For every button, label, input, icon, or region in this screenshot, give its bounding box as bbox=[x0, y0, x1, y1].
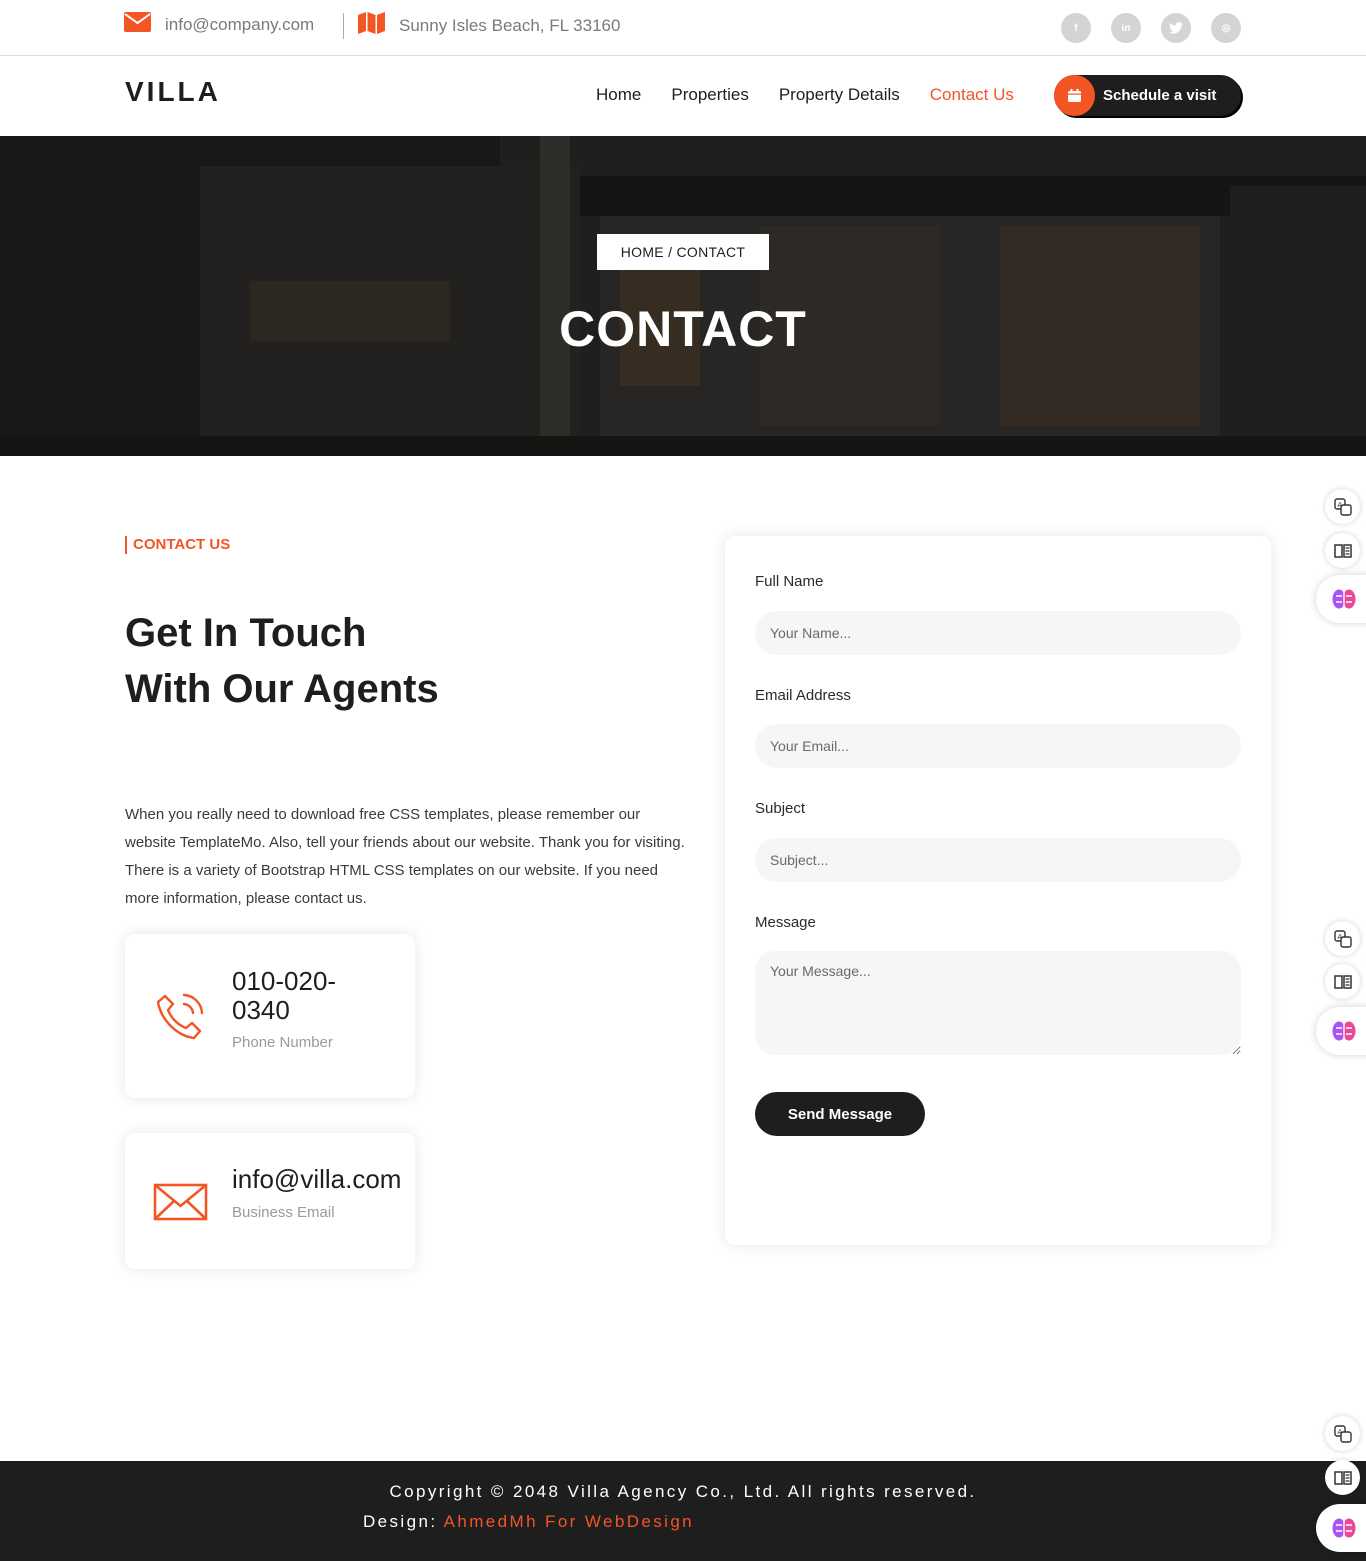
envelope-icon bbox=[124, 12, 151, 37]
email-card: info@villa.com Business Email bbox=[125, 1133, 415, 1269]
footer: Copyright © 2048 Villa Agency Co., Ltd. … bbox=[0, 1461, 1366, 1561]
subject-input[interactable] bbox=[755, 838, 1241, 882]
topbar-email-text: info@company.com bbox=[165, 14, 315, 34]
topbar-address: Sunny Isles Beach, FL 33160 bbox=[358, 12, 620, 39]
subject-label: Subject bbox=[755, 800, 806, 817]
section-heading: Get In Touch With Our Agents bbox=[125, 611, 439, 711]
mail-icon bbox=[153, 1182, 209, 1227]
send-message-button[interactable]: Send Message bbox=[755, 1092, 925, 1136]
phone-number[interactable]: 010-020-0340 bbox=[232, 967, 382, 1025]
brain-icon[interactable] bbox=[1316, 1504, 1366, 1552]
nav-contact-us[interactable]: Contact Us bbox=[930, 85, 1014, 105]
calendar-icon bbox=[1054, 75, 1095, 116]
twitter-icon[interactable] bbox=[1161, 13, 1191, 43]
brain-icon[interactable] bbox=[1316, 575, 1366, 623]
nav-property-details[interactable]: Property Details bbox=[779, 85, 900, 105]
translate-icon[interactable]: A bbox=[1325, 489, 1360, 524]
svg-text:A: A bbox=[1337, 1428, 1342, 1436]
full-name-label: Full Name bbox=[755, 573, 824, 590]
email-input[interactable] bbox=[755, 724, 1241, 768]
phone-label: Phone Number bbox=[232, 1034, 333, 1051]
nav-home[interactable]: Home bbox=[596, 85, 641, 105]
design-prefix: Design: bbox=[363, 1512, 438, 1531]
main-header: VILLA Home Properties Property Details C… bbox=[0, 56, 1366, 136]
translate-icon[interactable]: A bbox=[1325, 1416, 1360, 1451]
contact-form: Full Name Email Address Subject Message … bbox=[725, 536, 1271, 1245]
business-email[interactable]: info@villa.com bbox=[232, 1165, 401, 1194]
top-bar: info@company.com Sunny Isles Beach, FL 3… bbox=[0, 0, 1366, 56]
message-label: Message bbox=[755, 914, 816, 931]
message-textarea[interactable] bbox=[755, 951, 1241, 1055]
phone-card: 010-020-0340 Phone Number bbox=[125, 934, 415, 1098]
schedule-visit-label: Schedule a visit bbox=[1103, 87, 1217, 104]
breadcrumb[interactable]: HOME / CONTACT bbox=[597, 234, 769, 270]
hero-background-image bbox=[0, 136, 1366, 456]
site-logo[interactable]: VILLA bbox=[125, 76, 221, 108]
design-credit: Design: AhmedMh For WebDesign bbox=[363, 1512, 694, 1532]
reader-icon[interactable] bbox=[1325, 533, 1360, 568]
topbar-email[interactable]: info@company.com bbox=[124, 12, 314, 37]
social-links: f in ◎ bbox=[1061, 13, 1241, 43]
svg-text:A: A bbox=[1337, 501, 1342, 509]
reader-icon[interactable] bbox=[1325, 964, 1360, 999]
page-title: CONTACT bbox=[559, 301, 807, 357]
email-address-label: Email Address bbox=[755, 687, 851, 704]
linkedin-icon[interactable]: in bbox=[1111, 13, 1141, 43]
svg-text:A: A bbox=[1337, 933, 1342, 941]
map-icon bbox=[358, 12, 385, 39]
phone-icon bbox=[153, 990, 209, 1049]
facebook-icon[interactable]: f bbox=[1061, 13, 1091, 43]
topbar-address-text: Sunny Isles Beach, FL 33160 bbox=[399, 15, 621, 35]
instagram-icon[interactable]: ◎ bbox=[1211, 13, 1241, 43]
section-tag: CONTACT US bbox=[125, 536, 230, 554]
intro-paragraph: When you really need to download free CS… bbox=[125, 806, 685, 907]
full-name-input[interactable] bbox=[755, 611, 1241, 655]
page-hero: HOME / CONTACT CONTACT bbox=[0, 136, 1366, 456]
translate-icon[interactable]: A bbox=[1325, 921, 1360, 956]
schedule-visit-button[interactable]: Schedule a visit bbox=[1054, 75, 1241, 116]
copyright-text: Copyright © 2048 Villa Agency Co., Ltd. … bbox=[389, 1482, 977, 1501]
main-nav: Home Properties Property Details Contact… bbox=[596, 85, 1014, 105]
email-label: Business Email bbox=[232, 1204, 335, 1221]
topbar-divider bbox=[343, 13, 344, 39]
reader-icon[interactable] bbox=[1325, 1460, 1360, 1495]
brain-icon[interactable] bbox=[1316, 1007, 1366, 1055]
nav-properties[interactable]: Properties bbox=[671, 85, 748, 105]
design-author-link[interactable]: AhmedMh For WebDesign bbox=[444, 1512, 694, 1531]
